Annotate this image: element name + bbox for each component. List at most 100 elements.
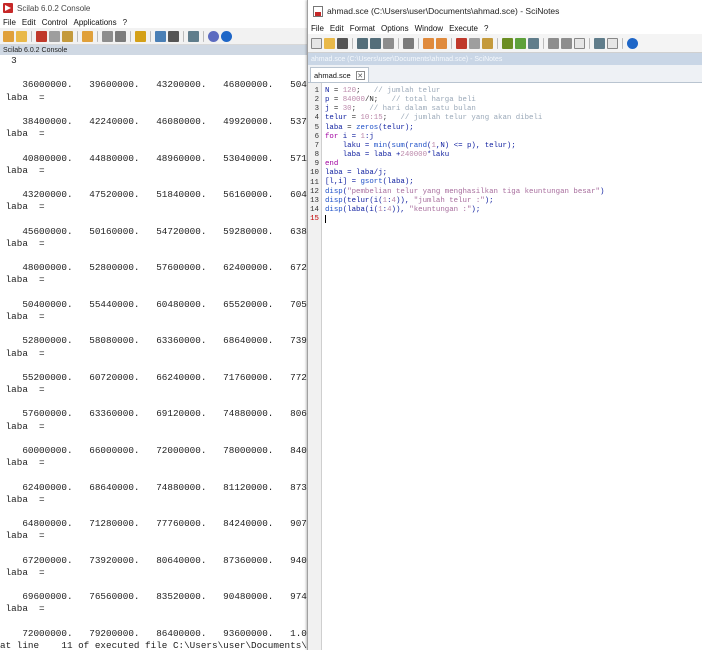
console-menu-file[interactable]: File xyxy=(3,18,16,27)
run-with-echo-icon[interactable] xyxy=(561,37,572,49)
console-line: laba = xyxy=(0,603,45,615)
scinotes-menu-help[interactable]: ? xyxy=(484,24,488,33)
code-line[interactable]: j = 30; // hari dalam satu bulan xyxy=(325,105,604,114)
console-menu-help[interactable]: ? xyxy=(123,18,127,27)
paste-icon[interactable] xyxy=(482,37,493,49)
scinotes-window: ahmad.sce (C:\Users\user\Documents\ahmad… xyxy=(307,0,702,650)
console-menu-control[interactable]: Control xyxy=(42,18,68,27)
scinotes-menu-format[interactable]: Format xyxy=(350,24,375,33)
new-file-icon[interactable] xyxy=(311,37,322,49)
code-token: // jumlah telur xyxy=(373,87,441,95)
code-line[interactable]: telur = 10:15; // jumlah telur yang akan… xyxy=(325,114,604,123)
code-line[interactable]: laba = laba +240000*laku xyxy=(325,151,604,160)
code-line[interactable]: laba = zeros(telur); xyxy=(325,124,604,133)
demonstrations-icon[interactable] xyxy=(208,30,219,42)
code-token: // hari dalam satu bulan xyxy=(369,105,476,114)
help-icon[interactable] xyxy=(221,30,232,42)
code-line[interactable]: laba = laba/j; xyxy=(325,169,604,178)
scinotes-menu-execute[interactable]: Execute xyxy=(449,24,478,33)
code-line[interactable]: disp(telur(i(1:4)), "jumlah telur :"); xyxy=(325,197,604,206)
run-selection-icon[interactable] xyxy=(574,37,585,49)
console-menu-edit[interactable]: Edit xyxy=(22,18,36,27)
print-icon[interactable] xyxy=(102,30,113,42)
console-line: 55200000. 60720000. 66240000. 71760000. … xyxy=(0,371,312,383)
code-line[interactable]: [l,i] = gsort(laba); xyxy=(325,178,604,187)
line-number: 8 xyxy=(314,151,319,160)
toolbar-separator xyxy=(451,37,452,49)
find-icon[interactable] xyxy=(502,37,513,49)
scinotes-menu-file[interactable]: File xyxy=(311,24,324,33)
split-view-icon[interactable] xyxy=(607,37,618,49)
toolbar-separator xyxy=(183,30,184,42)
run-icon[interactable] xyxy=(548,37,559,49)
code-line[interactable]: p = 84000/N; // total harga beli xyxy=(325,96,604,105)
code-line[interactable]: for i = 1:j xyxy=(325,133,604,142)
code-line[interactable]: disp(laba(i(1:4)), "keuntungan :"); xyxy=(325,206,604,215)
code-line[interactable] xyxy=(325,214,604,224)
code-token: i = xyxy=(338,132,361,141)
code-token: laba = laba + xyxy=(325,150,401,159)
code-editor[interactable]: 1 2 3 4 5 6 7 8 9 10 11 12 13 14 15 N = 120; // jumlah… xyxy=(308,83,702,650)
help-icon[interactable] xyxy=(627,37,638,49)
cut-icon[interactable] xyxy=(456,37,467,49)
cut-icon[interactable] xyxy=(36,30,47,42)
toolbar-separator xyxy=(418,37,419,49)
line-number: 11 xyxy=(310,178,319,187)
scinotes-menu-window[interactable]: Window xyxy=(415,24,443,33)
console-output[interactable]: 3 36000000. 39600000. 43200000. 46800000… xyxy=(0,55,312,650)
code-token: laku = xyxy=(325,141,374,150)
copy-icon[interactable] xyxy=(469,37,480,49)
code-token: telur xyxy=(325,114,348,123)
code-line[interactable]: N = 120; // jumlah telur xyxy=(325,87,604,96)
preferences-icon[interactable] xyxy=(594,37,605,49)
save-icon[interactable] xyxy=(357,37,368,49)
open-file-icon[interactable] xyxy=(324,37,335,49)
print-preview-icon[interactable] xyxy=(403,37,414,49)
scinotes-menu-options[interactable]: Options xyxy=(381,24,409,33)
console-menu-applications[interactable]: Applications xyxy=(73,18,116,27)
scinotes-icon[interactable] xyxy=(155,30,166,42)
redo-icon[interactable] xyxy=(436,37,447,49)
execute-file-icon[interactable] xyxy=(528,37,539,49)
xcos-icon[interactable] xyxy=(168,30,179,42)
close-tab-icon[interactable]: ✕ xyxy=(355,70,365,80)
print-icon[interactable] xyxy=(383,37,394,49)
line-number: 7 xyxy=(314,141,319,150)
file-tab-label: ahmad.sce xyxy=(314,70,351,80)
code-token: (laba); xyxy=(382,178,414,187)
code-line[interactable]: disp("pembelian telur yang menghasilkan … xyxy=(325,188,604,197)
scinotes-menubar: File Edit Format Options Window Execute … xyxy=(308,22,702,34)
open-file-icon[interactable] xyxy=(16,30,27,42)
variable-browser-icon[interactable] xyxy=(135,30,146,42)
new-script-icon[interactable] xyxy=(3,30,14,42)
open-recent-icon[interactable] xyxy=(337,37,348,49)
save-as-icon[interactable] xyxy=(370,37,381,49)
line-number-gutter: 1 2 3 4 5 6 7 8 9 10 11 12 13 14 15 xyxy=(308,83,322,650)
console-line: laba = xyxy=(0,164,45,176)
paste-icon[interactable] xyxy=(62,30,73,42)
file-tab-ahmad[interactable]: ahmad.sce ✕ xyxy=(310,67,369,82)
copy-icon[interactable] xyxy=(49,30,60,42)
code-line[interactable]: laku = min(sum(rand(1,N) <= p), telur); xyxy=(325,142,604,151)
code-line[interactable]: end xyxy=(325,160,604,169)
module-manager-icon[interactable] xyxy=(188,30,199,42)
undo-icon[interactable] xyxy=(423,37,434,49)
code-token: ); xyxy=(471,205,481,214)
load-into-scilab-icon[interactable] xyxy=(515,37,526,49)
change-directory-icon[interactable] xyxy=(82,30,93,42)
clear-console-icon[interactable] xyxy=(115,30,126,42)
console-line: 38400000. 42240000. 46080000. 49920000. … xyxy=(0,115,312,127)
code-token: min xyxy=(373,141,388,150)
scinotes-menu-edit[interactable]: Edit xyxy=(330,24,344,33)
console-tab[interactable]: Scilab 6.0.2 Console xyxy=(0,45,312,55)
code-token: zeros xyxy=(356,123,379,132)
code-area[interactable]: N = 120; // jumlah telur p = 84000/N; // … xyxy=(322,83,604,650)
